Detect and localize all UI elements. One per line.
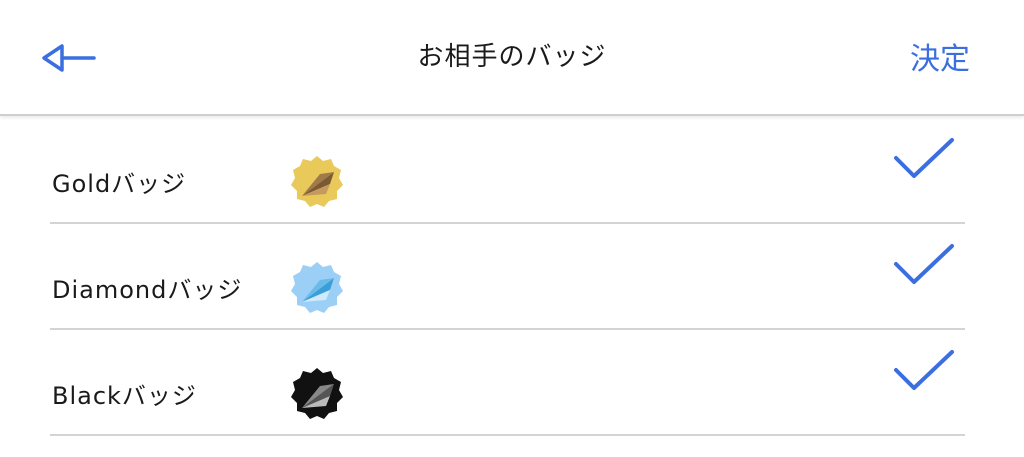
badge-label: Goldバッジ	[52, 170, 187, 198]
badge-label: Blackバッジ	[52, 382, 197, 410]
badge-label: Diamondバッジ	[52, 276, 243, 304]
page: お相手のバッジ 決定 Goldバッジ Diamondバッジ Blackバッジ	[0, 0, 1024, 457]
badge-row-gold[interactable]: Goldバッジ	[50, 118, 965, 224]
confirm-button[interactable]: 決定	[910, 34, 970, 78]
check-icon	[892, 242, 956, 290]
header-bar: お相手のバッジ 決定	[0, 0, 1024, 116]
gold-badge-icon	[290, 154, 344, 208]
check-icon	[892, 348, 956, 396]
badge-row-black[interactable]: Blackバッジ	[50, 330, 965, 436]
check-icon	[892, 136, 956, 184]
diamond-badge-icon	[290, 260, 344, 314]
page-title: お相手のバッジ	[417, 42, 607, 72]
badge-list: Goldバッジ Diamondバッジ Blackバッジ	[0, 118, 1024, 436]
badge-row-diamond[interactable]: Diamondバッジ	[50, 224, 965, 330]
black-badge-icon	[290, 366, 344, 420]
